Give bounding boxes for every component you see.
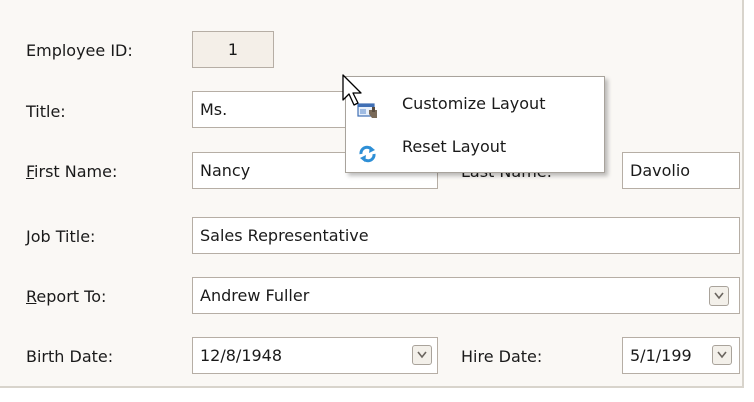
report-to-accel: R — [26, 287, 37, 306]
report-to-select[interactable]: Andrew Fuller — [192, 277, 740, 314]
customize-layout-label: Customize Layout — [402, 94, 546, 113]
chevron-down-icon — [417, 351, 427, 359]
hire-date-dropdown-button[interactable] — [712, 345, 732, 365]
report-to-label-rest: eport To: — [36, 287, 107, 306]
reset-layout-label: Reset Layout — [402, 137, 507, 156]
birth-date-field[interactable]: 12/8/1948 — [192, 337, 438, 374]
first-name-label: First Name: — [26, 161, 117, 183]
chevron-down-icon — [717, 351, 727, 359]
context-menu: Customize Layout Reset Layout — [345, 76, 605, 173]
employee-id-field: 1 — [192, 31, 274, 68]
report-to-dropdown-button[interactable] — [709, 286, 729, 306]
last-name-field[interactable]: Davolio — [622, 152, 740, 189]
job-title-field[interactable]: Sales Representative — [192, 217, 740, 254]
mouse-cursor-icon — [342, 74, 362, 106]
title-label: Title: — [26, 102, 66, 121]
report-to-label: Report To: — [26, 286, 106, 308]
employee-form: Employee ID: 1 Title: Ms. First Name: Na… — [0, 0, 744, 388]
chevron-down-icon — [714, 292, 724, 300]
hire-date-label: Hire Date: — [461, 347, 543, 366]
menu-item-customize-layout[interactable]: Customize Layout — [346, 84, 604, 124]
job-title-label: Job Title: — [26, 227, 96, 246]
first-name-label-rest: irst Name: — [34, 162, 118, 181]
birth-date-label: Birth Date: — [26, 347, 114, 366]
birth-date-dropdown-button[interactable] — [412, 345, 432, 365]
first-name-accel: F — [26, 162, 35, 181]
employee-id-label: Employee ID: — [26, 41, 133, 60]
reset-layout-icon — [357, 138, 379, 163]
menu-item-reset-layout[interactable]: Reset Layout — [346, 127, 604, 167]
